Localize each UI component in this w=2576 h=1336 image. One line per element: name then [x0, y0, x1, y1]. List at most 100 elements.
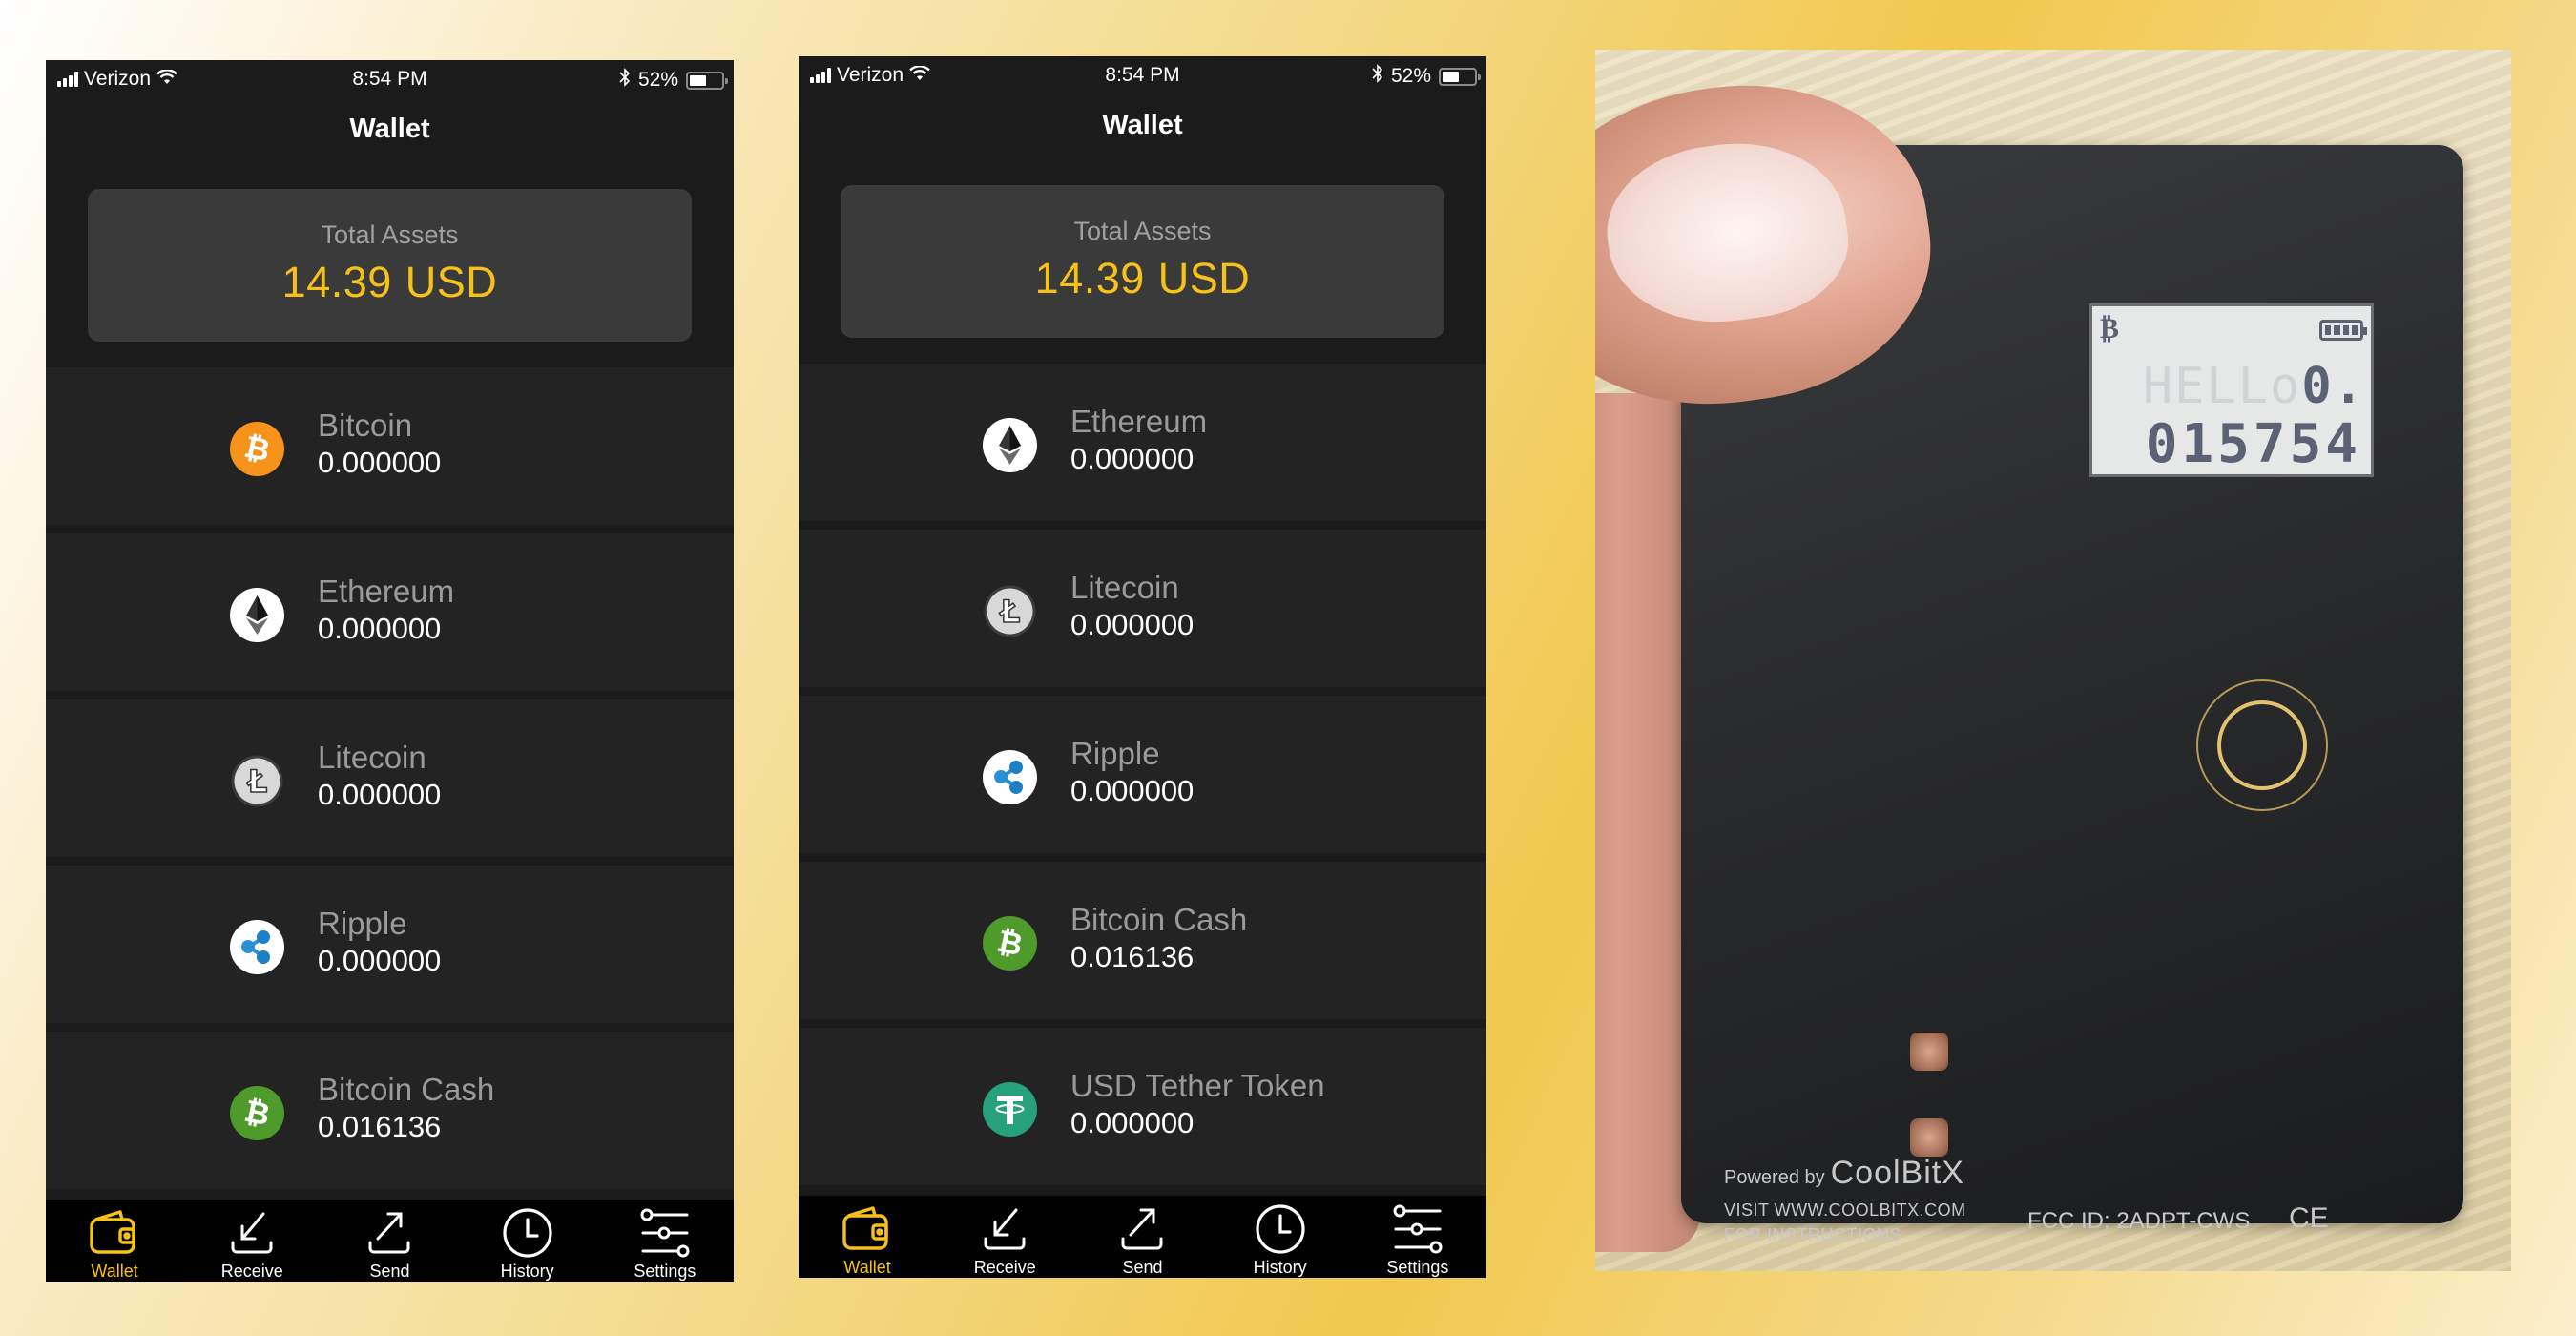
tab-bar: Wallet Receive Send History Settings [799, 1196, 1486, 1278]
coin-list: ₿ Bitcoin 0.000000 Ethereum 0.000000 Ł Litecoi… [46, 367, 734, 1198]
brand-logo: CoolBitX [1830, 1155, 1964, 1191]
coin-balance: 0.016136 [1070, 940, 1195, 973]
powered-by-text: Powered by CoolBitX [1724, 1155, 1964, 1192]
total-assets-label: Total Assets [321, 220, 459, 249]
lcd-display: ₿ HELLo0. 015754 [2089, 303, 2374, 477]
battery-icon [686, 71, 728, 90]
coin-name: Litecoin [318, 740, 426, 775]
tab-label: Wallet [91, 1262, 138, 1281]
battery-percent: 52% [637, 69, 678, 91]
total-assets-amount: 14.39 [281, 258, 392, 306]
lcd-line-2: 015754 [2145, 413, 2361, 475]
wallet-icon [799, 1201, 936, 1257]
coin-name: Ethereum [1070, 404, 1208, 439]
bitcoin-icon: ₿ [230, 422, 284, 476]
fcc-id: FCC ID: 2ADPT-CWS [2027, 1208, 2251, 1234]
send-icon [1073, 1201, 1211, 1257]
tab-label: History [500, 1262, 554, 1281]
coin-list: Ethereum 0.000000 Ł Litecoin 0.000000 Ripple 0… [799, 364, 1486, 1194]
bluetooth-icon [619, 68, 631, 93]
powered-by-label: Powered by [1724, 1167, 1825, 1188]
coin-name: Bitcoin [318, 407, 413, 443]
total-assets-label: Total Assets [1073, 217, 1212, 245]
tab-send[interactable]: Send [1073, 1201, 1211, 1278]
charging-contact [1910, 1118, 1948, 1157]
coin-name: Bitcoin Cash [1070, 902, 1248, 937]
bitcoin-cash-icon: ₿ [983, 916, 1037, 971]
lcd-ghost-text: HELLo [2142, 358, 2302, 415]
hardware-wallet-photo: ₿ HELLo0. 015754 Powered by CoolBitX VISI… [1595, 50, 2511, 1271]
tab-receive[interactable]: Receive [183, 1205, 321, 1282]
ripple-icon [230, 920, 284, 974]
tab-label: Receive [220, 1262, 283, 1281]
battery-fill [1443, 71, 1459, 82]
coin-name: Ethereum [318, 574, 455, 609]
tab-label: Settings [1386, 1258, 1449, 1277]
coin-row-ethereum[interactable]: Ethereum 0.000000 [46, 533, 734, 691]
bitcoin-icon: ₿ [2100, 312, 2120, 345]
svg-text:Ł: Ł [246, 763, 268, 800]
tab-bar: Wallet Receive Send History Settings [46, 1200, 734, 1282]
svg-text:Ł: Ł [999, 594, 1021, 630]
coin-balance: 0.000000 [1070, 608, 1195, 641]
coin-row-bitcoin-cash[interactable]: ₿ Bitcoin Cash 0.016136 [46, 1032, 734, 1189]
thumbnail [1596, 128, 1858, 337]
coin-row-ripple[interactable]: Ripple 0.000000 [46, 866, 734, 1023]
total-assets-card: Total Assets 14.39 USD [88, 189, 692, 342]
page-title: Wallet [349, 114, 430, 144]
clock-icon [1212, 1201, 1349, 1257]
coin-row-bitcoin-cash[interactable]: ₿ Bitcoin Cash 0.016136 [799, 862, 1486, 1019]
battery-fill [690, 74, 706, 86]
tether-icon [983, 1082, 1037, 1137]
coin-balance: 0.000000 [1070, 774, 1195, 807]
tab-settings[interactable]: Settings [596, 1205, 734, 1282]
coin-row-bitcoin[interactable]: ₿ Bitcoin 0.000000 [46, 367, 734, 525]
clock-icon [459, 1205, 596, 1261]
tab-receive[interactable]: Receive [936, 1201, 1073, 1278]
button-ring-icon [2217, 700, 2307, 790]
lcd-line-1: HELLo0. [2143, 358, 2365, 415]
tab-label: Settings [634, 1262, 696, 1281]
tab-label: Receive [973, 1258, 1036, 1277]
coin-row-litecoin[interactable]: Ł Litecoin 0.000000 [799, 530, 1486, 687]
phone-screenshot-2: Verizon 8:54 PM 52% Wallet Total Assets … [799, 56, 1486, 1278]
total-assets-currency: USD [1157, 254, 1251, 303]
visit-line-2: FOR INSTRUCTIONS [1724, 1225, 1901, 1244]
coin-row-usd-tether-token[interactable]: USD Tether Token 0.000000 [799, 1028, 1486, 1185]
coin-balance: 0.000000 [318, 944, 442, 977]
ce-mark: CE [2289, 1202, 2329, 1234]
tab-send[interactable]: Send [321, 1205, 458, 1282]
lcd-balance-integer: 0. [2301, 358, 2365, 415]
coin-row-litecoin[interactable]: Ł Litecoin 0.000000 [46, 699, 734, 857]
receive-icon [183, 1205, 321, 1261]
coin-name: Bitcoin Cash [318, 1072, 495, 1107]
ethereum-icon [230, 588, 284, 642]
page-title: Wallet [1102, 110, 1183, 140]
total-assets-value: 14.39 USD [841, 254, 1444, 303]
tab-wallet[interactable]: Wallet [799, 1201, 936, 1278]
status-bar: Verizon 8:54 PM 52% [799, 56, 1486, 94]
litecoin-icon: Ł [983, 584, 1037, 638]
coin-balance: 0.016136 [318, 1110, 442, 1143]
tab-history[interactable]: History [459, 1205, 596, 1282]
litecoin-icon: Ł [230, 754, 284, 808]
coin-balance: 0.000000 [318, 778, 442, 811]
coin-balance: 0.000000 [1070, 442, 1195, 475]
sliders-icon [1349, 1201, 1486, 1257]
coin-row-ethereum[interactable]: Ethereum 0.000000 [799, 364, 1486, 521]
battery-percent: 52% [1390, 65, 1431, 87]
coin-name: Litecoin [1070, 570, 1179, 605]
coin-row-ripple[interactable]: Ripple 0.000000 [799, 696, 1486, 853]
coin-name: USD Tether Token [1070, 1068, 1325, 1103]
tab-history[interactable]: History [1212, 1201, 1349, 1278]
visit-line-1: VISIT WWW.COOLBITX.COM [1724, 1200, 1966, 1220]
coin-balance: 0.000000 [318, 612, 442, 645]
bluetooth-icon [1372, 64, 1383, 89]
ripple-icon [983, 750, 1037, 804]
tab-wallet[interactable]: Wallet [46, 1205, 183, 1282]
total-assets-currency: USD [405, 258, 498, 306]
bitcoin-cash-icon: ₿ [230, 1086, 284, 1140]
tab-settings[interactable]: Settings [1349, 1201, 1486, 1278]
coin-balance: 0.000000 [1070, 1106, 1195, 1139]
visit-text: VISIT WWW.COOLBITX.COM FOR INSTRUCTIONS [1724, 1198, 1966, 1247]
